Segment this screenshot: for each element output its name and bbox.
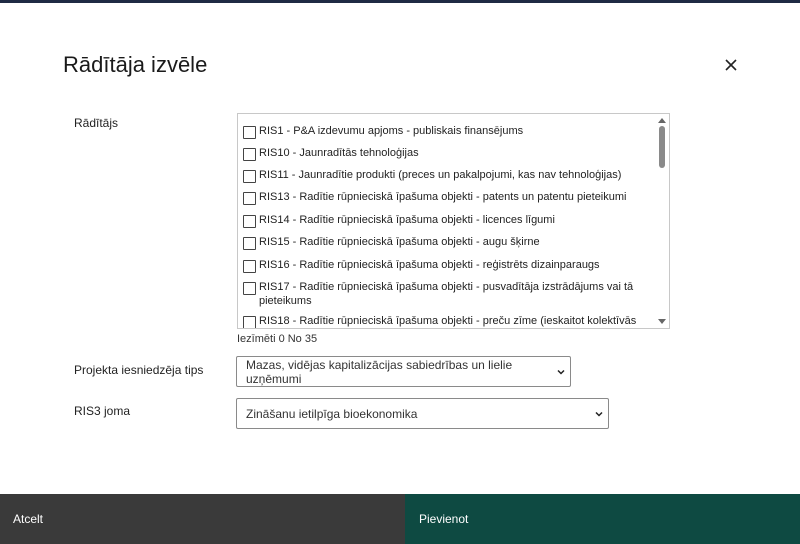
checkbox[interactable] [243,237,256,250]
checkbox[interactable] [243,215,256,228]
applicant-type-value: Mazas, vidējas kapitalizācijas sabiedrīb… [246,357,513,386]
list-item[interactable]: RIS1 - P&A izdevumu apjoms - publiskais … [243,124,655,139]
applicant-type-label: Projekta iesniedzēja tips [74,363,204,377]
list-item-label: RIS16 - Radītie rūpnieciskā īpašuma obje… [259,259,600,271]
chevron-down-icon [594,409,604,419]
list-item-label: RIS15 - Radītie rūpnieciskā īpašuma obje… [259,236,540,248]
list-item[interactable]: RIS15 - Radītie rūpnieciskā īpašuma obje… [243,235,655,250]
indicator-list[interactable]: RIS1 - P&A izdevumu apjoms - publiskais … [237,113,670,329]
scroll-thumb[interactable] [659,126,665,168]
cancel-button[interactable]: Atcelt [0,494,405,544]
checkbox[interactable] [243,148,256,161]
list-item-label: RIS18 - Radītie rūpnieciskā īpašuma obje… [259,315,637,327]
cancel-button-label: Atcelt [13,512,44,526]
list-item-label: RIS13 - Radītie rūpnieciskā īpašuma obje… [259,191,627,203]
scroll-up-arrow-icon[interactable] [658,118,666,123]
modal-title: Rādītāja izvēle [63,52,208,77]
indicator-label: Rādītājs [74,116,119,130]
list-item[interactable]: RIS16 - Radītie rūpnieciskā īpašuma obje… [243,258,655,273]
add-button-label: Pievienot [419,512,469,526]
list-item[interactable]: RIS18 - Radītie rūpnieciskā īpašuma obje… [243,314,655,328]
list-item[interactable]: RIS10 - Jaunradītās tehnoloģijas [243,146,655,161]
ris3-select[interactable]: Zināšanu ietilpīga bioekonomika [236,398,609,429]
applicant-type-select[interactable]: Mazas, vidējas kapitalizācijas sabiedrīb… [236,356,571,387]
checkbox[interactable] [243,316,256,328]
close-icon [725,59,737,71]
add-button[interactable]: Pievienot [405,494,800,544]
scroll-down-arrow-icon[interactable] [658,319,666,324]
list-item-label: RIS1 - P&A izdevumu apjoms - publiskais … [259,125,524,137]
list-item-label: RIS10 - Jaunradītās tehnoloģijas [259,147,419,159]
checkbox[interactable] [243,170,256,183]
list-item-label: RIS14 - Radītie rūpnieciskā īpašuma obje… [259,214,555,226]
selection-counter: Iezīmēti 0 No 35 [237,333,318,345]
checkbox[interactable] [243,260,256,273]
ris3-value: Zināšanu ietilpīga bioekonomika [246,406,418,421]
list-item[interactable]: RIS14 - Radītie rūpnieciskā īpašuma obje… [243,213,655,228]
top-strip [0,0,800,3]
list-item-label: RIS17 - Radītie rūpnieciskā īpašuma obje… [259,281,634,307]
list-item[interactable]: RIS17 - Radītie rūpnieciskā īpašuma obje… [243,280,655,308]
list-scrollbar[interactable] [655,114,669,328]
list-item-label: RIS11 - Jaunradītie produkti (preces un … [259,169,622,181]
close-button[interactable] [718,52,744,78]
checkbox[interactable] [243,282,256,295]
checkbox[interactable] [243,126,256,139]
list-item[interactable]: RIS11 - Jaunradītie produkti (preces un … [243,168,655,183]
chevron-down-icon [556,367,566,377]
list-item[interactable]: RIS13 - Radītie rūpnieciskā īpašuma obje… [243,190,655,205]
checkbox[interactable] [243,192,256,205]
indicator-list-items: RIS1 - P&A izdevumu apjoms - publiskais … [238,114,655,328]
ris3-label: RIS3 joma [74,404,131,418]
